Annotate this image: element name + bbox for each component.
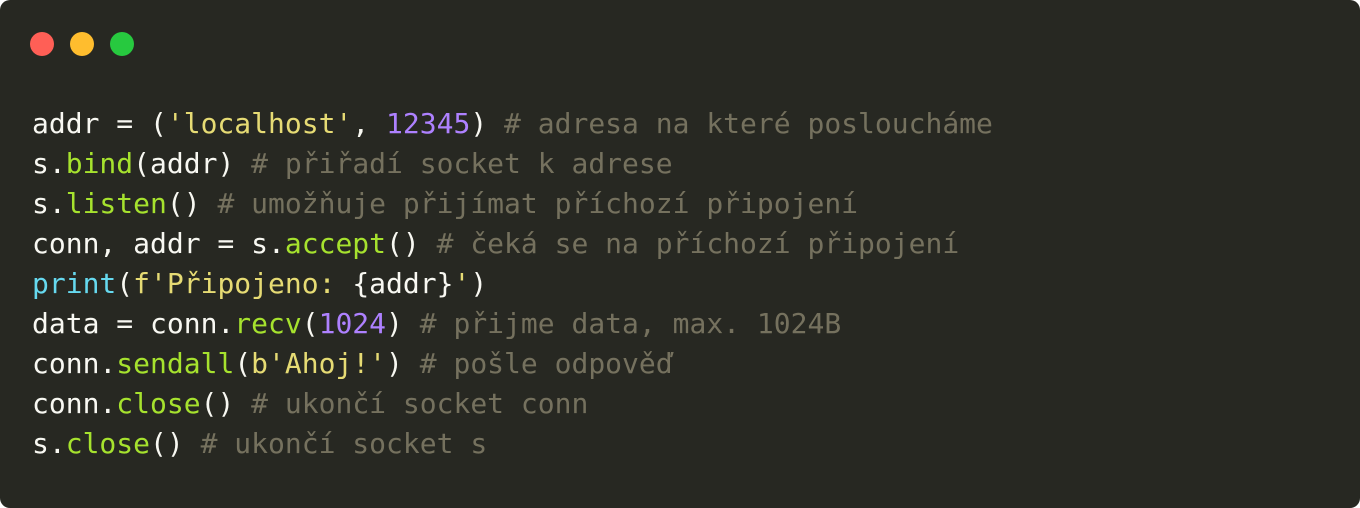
- code-token-plain: (addr): [133, 147, 252, 180]
- code-line: s.bind(addr) # přiřadí socket k adrese: [32, 144, 993, 184]
- code-token-comment: # ukončí socket conn: [251, 387, 589, 420]
- code-token-plain: {addr}: [352, 267, 454, 300]
- code-token-comment: # přiřadí socket k adrese: [251, 147, 673, 180]
- code-line: conn.close() # ukončí socket conn: [32, 384, 993, 424]
- code-token-comment: # adresa na které posloucháme: [504, 107, 993, 140]
- code-line: s.close() # ukončí socket s: [32, 424, 993, 464]
- code-token-string: 'localhost': [166, 107, 353, 140]
- code-token-plain: (: [234, 347, 252, 380]
- code-token-string: ': [453, 267, 471, 300]
- code-token-plain: (): [166, 187, 218, 220]
- code-token-comment: # čeká se na příchozí připojení: [436, 227, 960, 260]
- code-line: conn, addr = s.accept() # čeká se na pří…: [32, 224, 993, 264]
- code-token-number: 12345: [386, 107, 471, 140]
- code-token-number: 1024: [318, 307, 387, 340]
- code-line: data = conn.recv(1024) # přijme data, ma…: [32, 304, 993, 344]
- code-line: conn.sendall(b'Ahoj!') # pošle odpověď: [32, 344, 993, 384]
- code-token-plain: (: [116, 267, 134, 300]
- code-token-plain: (: [301, 307, 319, 340]
- code-token-plain: conn.: [32, 347, 117, 380]
- minimize-window-button[interactable]: [70, 32, 94, 56]
- code-token-plain: s.: [32, 147, 66, 180]
- code-token-plain: ): [386, 307, 420, 340]
- code-token-func: listen: [65, 187, 167, 220]
- code-token-plain: ): [470, 107, 505, 140]
- close-window-button[interactable]: [30, 32, 54, 56]
- code-token-plain: conn.: [32, 387, 117, 420]
- code-token-comment: # pošle odpověď: [419, 347, 673, 380]
- code-token-plain: conn, addr = s.: [32, 227, 285, 260]
- code-token-plain: (): [386, 227, 437, 260]
- code-block: addr = ('localhost', 12345) # adresa na …: [32, 104, 993, 464]
- code-token-comment: # umožňuje přijímat příchozí připojení: [217, 187, 859, 220]
- code-token-func: close: [65, 427, 151, 460]
- code-token-string: f'Připojeno:: [133, 267, 353, 300]
- code-token-comment: # přijme data, max. 1024B: [419, 307, 842, 340]
- code-line: addr = ('localhost', 12345) # adresa na …: [32, 104, 993, 144]
- code-token-plain: s.: [32, 187, 66, 220]
- code-token-plain: ): [470, 267, 488, 300]
- code-line: s.listen() # umožňuje přijímat příchozí …: [32, 184, 993, 224]
- code-token-plain: s.: [32, 427, 66, 460]
- code-token-plain: ): [386, 347, 420, 380]
- code-window: addr = ('localhost', 12345) # adresa na …: [0, 0, 1360, 508]
- code-token-plain: ,: [352, 107, 387, 140]
- code-token-plain: (): [200, 387, 252, 420]
- code-token-plain: data = conn.: [32, 307, 235, 340]
- code-token-func: bind: [65, 147, 134, 180]
- code-token-func: recv: [234, 307, 302, 340]
- code-token-builtin: print: [32, 267, 117, 300]
- code-token-func: accept: [284, 227, 387, 260]
- code-token-plain: (): [150, 427, 201, 460]
- code-token-func: sendall: [116, 347, 235, 380]
- code-token-plain: addr = (: [32, 107, 167, 140]
- code-token-string: b'Ahoj!': [251, 347, 387, 380]
- code-token-comment: # ukončí socket s: [200, 427, 488, 460]
- zoom-window-button[interactable]: [110, 32, 134, 56]
- code-line: print(f'Připojeno: {addr}'): [32, 264, 993, 304]
- code-token-func: close: [116, 387, 201, 420]
